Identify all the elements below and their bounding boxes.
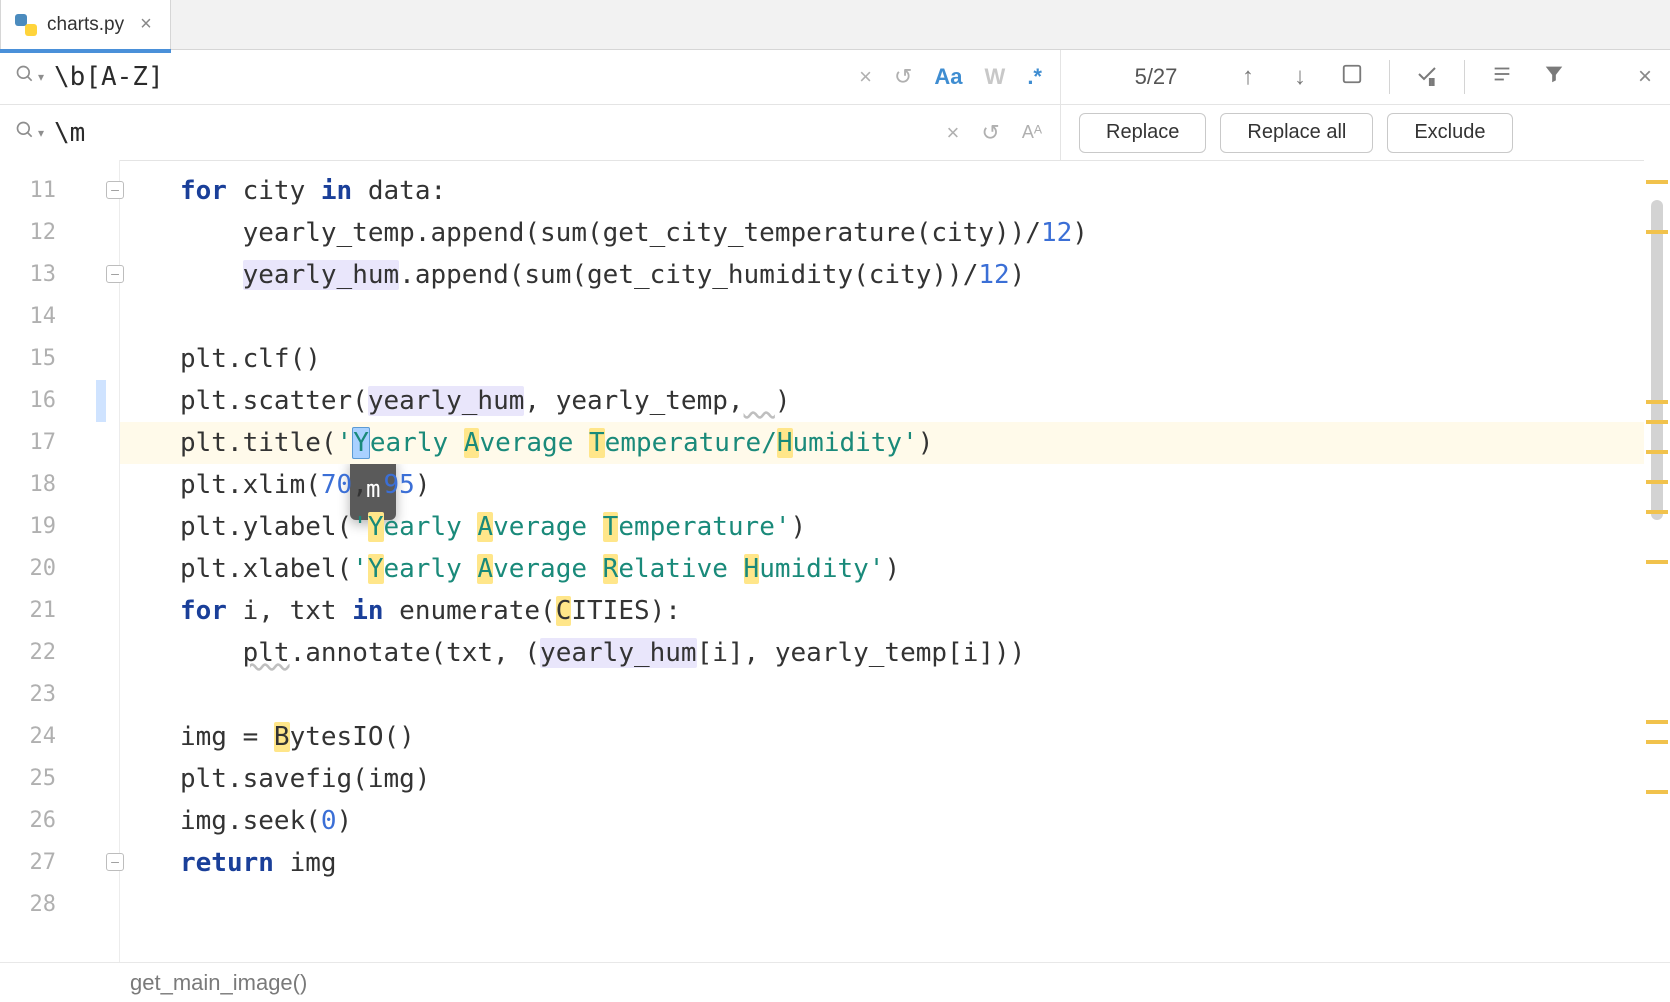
match-counter: 5/27	[1101, 64, 1211, 90]
code-line[interactable]: img = BytesIO()	[180, 716, 1670, 758]
line-number: 20	[0, 548, 56, 590]
error-stripe[interactable]	[1644, 160, 1670, 962]
preserve-case-icon[interactable]: Aᴬ	[1022, 122, 1042, 143]
file-tab-label: charts.py	[47, 14, 124, 36]
warning-marker[interactable]	[1646, 720, 1668, 724]
whole-words-toggle[interactable]: W	[985, 64, 1006, 90]
regex-toggle[interactable]: .*	[1027, 64, 1042, 90]
breadcrumb-function[interactable]: get_main_image()	[130, 970, 307, 996]
python-file-icon	[15, 14, 37, 36]
warning-marker[interactable]	[1646, 400, 1668, 404]
close-tab-icon[interactable]: ×	[140, 13, 152, 36]
line-number: 24	[0, 716, 56, 758]
search-history-dropdown-icon[interactable]: ▾	[38, 70, 44, 84]
line-number: 11	[0, 170, 56, 212]
previous-match-icon[interactable]: ↑	[1233, 63, 1263, 91]
code-editor[interactable]: 111213141516171819202122232425262728––– …	[0, 160, 1670, 962]
exclude-button[interactable]: Exclude	[1387, 113, 1512, 153]
warning-marker[interactable]	[1646, 790, 1668, 794]
find-row: ▾ × ↺ Aa W .*	[0, 50, 1060, 105]
warning-marker[interactable]	[1646, 180, 1668, 184]
find-replace-panel: ▾ × ↺ Aa W .* ▾ × ↺ Aᴬ 5/27	[0, 50, 1670, 161]
code-line[interactable]: yearly_temp.append(sum(get_city_temperat…	[180, 212, 1670, 254]
next-match-icon[interactable]: ↓	[1285, 63, 1315, 91]
svg-text:II: II	[1429, 78, 1435, 86]
code-line[interactable]: plt.ylabel('Yearly Average Temperature')	[180, 506, 1670, 548]
find-input[interactable]	[54, 62, 841, 92]
line-number: 21	[0, 590, 56, 632]
toolbar-divider	[1464, 60, 1465, 94]
line-number: 27	[0, 842, 56, 884]
close-find-panel-icon[interactable]: ×	[1638, 63, 1652, 91]
line-number: 18	[0, 464, 56, 506]
code-area[interactable]: m for city in data: yearly_temp.append(s…	[120, 160, 1670, 962]
replace-row: ▾ × ↺ Aᴬ	[0, 105, 1060, 160]
change-marker	[96, 380, 106, 422]
search-icon	[12, 120, 38, 146]
warning-marker[interactable]	[1646, 480, 1668, 484]
line-number: 28	[0, 884, 56, 926]
code-line[interactable]	[180, 674, 1670, 716]
clear-find-icon[interactable]: ×	[859, 64, 872, 90]
warning-marker[interactable]	[1646, 450, 1668, 454]
code-line[interactable]: return img	[180, 842, 1670, 884]
filter-icon[interactable]	[1539, 63, 1569, 92]
code-line[interactable]: plt.xlabel('Yearly Average Relative Humi…	[180, 548, 1670, 590]
scrollbar-thumb[interactable]	[1651, 200, 1663, 520]
code-line[interactable]: plt.xlim(70, 95)	[180, 464, 1670, 506]
code-line[interactable]: yearly_hum.append(sum(get_city_humidity(…	[180, 254, 1670, 296]
code-line[interactable]	[180, 296, 1670, 338]
code-line[interactable]: plt.savefig(img)	[180, 758, 1670, 800]
line-number: 22	[0, 632, 56, 674]
file-tab-charts[interactable]: charts.py ×	[0, 0, 171, 49]
replace-history-dropdown-icon[interactable]: ▾	[38, 126, 44, 140]
replace-input[interactable]	[54, 118, 929, 148]
file-tab-strip: charts.py ×	[0, 0, 1670, 50]
line-number: 15	[0, 338, 56, 380]
line-number: 12	[0, 212, 56, 254]
line-number-gutter: 111213141516171819202122232425262728–––	[0, 160, 120, 962]
warning-marker[interactable]	[1646, 510, 1668, 514]
replace-buttons: Replace Replace all Exclude	[1061, 105, 1670, 160]
code-line[interactable]: for i, txt in enumerate(CITIES):	[180, 590, 1670, 632]
clear-replace-icon[interactable]: ×	[947, 120, 960, 146]
find-toolbar: 5/27 ↑ ↓ II ×	[1061, 50, 1670, 105]
line-number: 19	[0, 506, 56, 548]
code-line[interactable]: img.seek(0)	[180, 800, 1670, 842]
code-line[interactable]	[180, 884, 1670, 926]
line-number: 25	[0, 758, 56, 800]
replace-history-icon[interactable]: ↺	[981, 120, 999, 146]
find-settings-icon[interactable]	[1487, 63, 1517, 92]
code-line[interactable]: plt.title('Yearly Average Temperature/Hu…	[120, 422, 1670, 464]
warning-marker[interactable]	[1646, 230, 1668, 234]
line-number: 17	[0, 422, 56, 464]
code-line[interactable]: plt.scatter(yearly_hum, yearly_temp, )	[180, 380, 1670, 422]
code-line[interactable]: for city in data:	[180, 170, 1670, 212]
code-line[interactable]: plt.annotate(txt, (yearly_hum[i], yearly…	[180, 632, 1670, 674]
replace-button[interactable]: Replace	[1079, 113, 1206, 153]
line-number: 26	[0, 800, 56, 842]
replace-all-button[interactable]: Replace all	[1220, 113, 1373, 153]
breadcrumb-bar: get_main_image()	[0, 962, 1670, 1002]
search-icon	[12, 64, 38, 90]
warning-marker[interactable]	[1646, 740, 1668, 744]
search-fields-column: ▾ × ↺ Aa W .* ▾ × ↺ Aᴬ	[0, 50, 1060, 160]
match-case-toggle[interactable]: Aa	[934, 64, 962, 90]
line-number: 13	[0, 254, 56, 296]
line-number: 23	[0, 674, 56, 716]
line-number: 16	[0, 380, 56, 422]
find-history-icon[interactable]: ↺	[894, 64, 912, 90]
warning-marker[interactable]	[1646, 560, 1668, 564]
toolbar-divider	[1389, 60, 1390, 94]
warning-marker[interactable]	[1646, 420, 1668, 424]
select-all-occurrences-icon[interactable]	[1337, 63, 1367, 92]
code-line[interactable]: plt.clf()	[180, 338, 1670, 380]
new-selection-icon[interactable]: II	[1412, 62, 1442, 93]
line-number: 14	[0, 296, 56, 338]
search-actions-column: 5/27 ↑ ↓ II × Replace Replace all Exclud…	[1060, 50, 1670, 160]
